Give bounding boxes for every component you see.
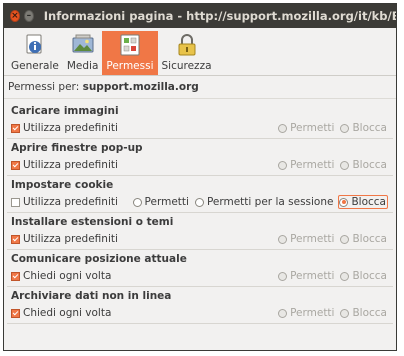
page-info-window: × – Informazioni pagina - http://support…: [3, 3, 397, 351]
close-window-button[interactable]: ×: [10, 10, 20, 22]
permission-title: Installare estensioni o temi: [11, 216, 174, 228]
radio-circle: [278, 271, 288, 281]
use-default-checkbox[interactable]: [11, 234, 20, 244]
radio-label: Permetti per la sessione: [206, 196, 334, 208]
tab-sicurezza[interactable]: Sicurezza: [158, 31, 216, 75]
radio-label: Permetti: [290, 233, 335, 245]
window-title: Informazioni pagina - http://support.moz…: [43, 9, 396, 23]
radio-block[interactable]: Blocca: [340, 307, 387, 319]
radio-block[interactable]: Blocca: [338, 195, 388, 209]
radio-circle: [340, 123, 350, 133]
radio-circle: [194, 197, 204, 207]
radio-circle: [278, 234, 288, 244]
permissions-host: support.mozilla.org: [82, 81, 199, 93]
radio-block[interactable]: Blocca: [340, 270, 387, 282]
use-default-label: Utilizza predefiniti: [23, 159, 118, 171]
permission-row-geolocation: Comunicare posizione attuale Chiedi ogni…: [7, 250, 393, 287]
radio-label: Blocca: [352, 159, 387, 171]
radio-circle: [340, 234, 350, 244]
radio-allow-session[interactable]: Permetti per la sessione: [194, 196, 334, 208]
tab-label: Permessi: [106, 60, 154, 72]
permission-row-images: Caricare immagini Utilizza predefiniti P…: [7, 102, 393, 139]
radio-label: Permetti: [290, 270, 335, 282]
radio-label: Blocca: [352, 233, 387, 245]
permission-title: Caricare immagini: [11, 105, 119, 117]
permissions-for-header: Permessi per: support.mozilla.org: [4, 76, 396, 99]
ask-always-label: Chiedi ogni volta: [23, 307, 112, 319]
radio-allow[interactable]: Permetti: [278, 122, 334, 134]
tab-label: Media: [66, 60, 99, 72]
radio-label: Blocca: [352, 307, 387, 319]
tab-permessi[interactable]: Permessi: [102, 31, 158, 75]
info-document-icon: [26, 34, 42, 54]
use-default-label: Utilizza predefiniti: [23, 233, 118, 245]
radio-circle: [340, 308, 350, 318]
radio-allow[interactable]: Permetti: [132, 196, 189, 208]
radio-label: Permetti: [144, 196, 189, 208]
radio-block[interactable]: Blocca: [340, 233, 387, 245]
close-icon: ×: [11, 10, 19, 21]
radio-allow[interactable]: Permetti: [278, 270, 334, 282]
permission-row-offline-data: Archiviare dati non in linea Chiedi ogni…: [7, 287, 393, 324]
title-bar[interactable]: × – Informazioni pagina - http://support…: [4, 4, 396, 28]
ask-always-checkbox[interactable]: [11, 271, 20, 281]
minimize-window-button[interactable]: –: [23, 10, 34, 22]
radio-allow[interactable]: Permetti: [278, 307, 334, 319]
radio-label: Permetti: [290, 307, 335, 319]
permission-title: Comunicare posizione attuale: [11, 253, 187, 265]
permission-row-popups: Aprire finestre pop-up Utilizza predefin…: [7, 139, 393, 176]
radio-label: Blocca: [352, 270, 387, 282]
ask-always-checkbox[interactable]: [11, 308, 20, 318]
media-image-icon: [72, 34, 94, 53]
permission-title: Impostare cookie: [11, 179, 114, 191]
radio-allow[interactable]: Permetti: [278, 233, 334, 245]
padlock-icon: [178, 34, 195, 56]
permissions-toggle-icon: [120, 34, 140, 56]
use-default-label: Utilizza predefiniti: [23, 122, 118, 134]
radio-block[interactable]: Blocca: [340, 122, 387, 134]
permission-row-addons: Installare estensioni o temi Utilizza pr…: [7, 213, 393, 250]
minimize-icon: –: [26, 10, 32, 21]
tab-generale[interactable]: Generale: [7, 31, 63, 75]
radio-allow[interactable]: Permetti: [278, 159, 334, 171]
radio-circle: [340, 271, 350, 281]
use-default-checkbox[interactable]: [11, 160, 20, 170]
permission-title: Archiviare dati non in linea: [11, 290, 172, 302]
use-default-checkbox[interactable]: [11, 197, 20, 207]
permissions-for-label: Permessi per:: [8, 81, 80, 93]
radio-circle: [278, 123, 288, 133]
tab-label: Generale: [11, 60, 59, 72]
radio-label: Blocca: [351, 196, 386, 208]
tab-label: Sicurezza: [161, 60, 212, 72]
tab-media[interactable]: Media: [63, 31, 103, 75]
radio-block[interactable]: Blocca: [340, 159, 387, 171]
tab-toolbar: Generale Media Permessi Sicurezza: [4, 28, 396, 76]
radio-label: Permetti: [290, 122, 335, 134]
radio-circle: [278, 160, 288, 170]
permission-title: Aprire finestre pop-up: [11, 142, 143, 154]
radio-circle: [339, 197, 349, 207]
ask-always-label: Chiedi ogni volta: [23, 270, 112, 282]
radio-label: Permetti: [290, 159, 335, 171]
radio-circle: [340, 160, 350, 170]
use-default-label: Utilizza predefiniti: [23, 196, 118, 208]
radio-circle: [132, 197, 142, 207]
radio-circle: [278, 308, 288, 318]
permission-row-cookies: Impostare cookie Utilizza predefiniti Pe…: [7, 176, 393, 213]
radio-label: Blocca: [352, 122, 387, 134]
permissions-list: Caricare immagini Utilizza predefiniti P…: [7, 102, 393, 346]
use-default-checkbox[interactable]: [11, 123, 20, 133]
